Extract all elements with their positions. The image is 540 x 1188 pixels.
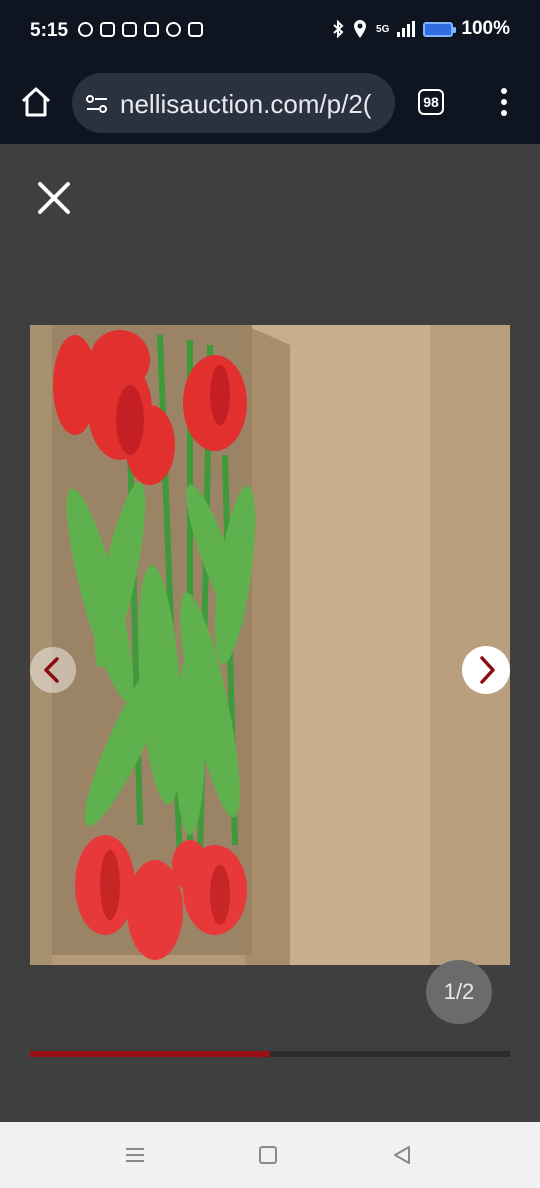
system-nav-bar [0, 1122, 540, 1188]
tab-switcher-button[interactable]: 98 [418, 89, 444, 115]
battery-icon [423, 21, 457, 37]
notification-icons [78, 22, 203, 37]
next-image-button[interactable] [462, 646, 510, 694]
more-menu-icon[interactable] [498, 88, 510, 118]
location-icon [354, 20, 367, 38]
network-type: 5G [376, 23, 390, 35]
battery-percent: 100% [461, 18, 510, 39]
home-nav-icon[interactable] [259, 1146, 277, 1164]
site-settings-icon[interactable] [84, 91, 110, 117]
youtube-icon [188, 22, 203, 37]
bluetooth-icon [333, 20, 344, 38]
chat-icon [78, 22, 93, 37]
chevron-left-icon [44, 657, 59, 683]
signal-icon [397, 21, 416, 37]
image-progress-track [30, 1051, 510, 1057]
chevron-right-icon [480, 656, 495, 684]
recents-icon[interactable] [124, 1146, 146, 1164]
browser-toolbar: nellisauction.com/p/2( 98 [0, 62, 540, 144]
address-bar[interactable]: nellisauction.com/p/2( [72, 73, 395, 133]
home-icon[interactable] [18, 84, 54, 120]
status-time: 5:15 [30, 20, 69, 41]
product-photo [30, 325, 510, 965]
tulips-photo-illustration [30, 325, 510, 965]
chrome-icon [166, 22, 181, 37]
gmail-icon [144, 22, 159, 37]
status-indicators: 5G 100% [332, 18, 510, 40]
outlook-icon [122, 22, 137, 37]
close-icon[interactable] [36, 180, 72, 216]
back-icon[interactable] [392, 1144, 412, 1166]
instagram-icon [100, 22, 115, 37]
url-text[interactable]: nellisauction.com/p/2( [120, 89, 385, 120]
image-counter: 1/2 [426, 960, 492, 1024]
image-progress-fill [30, 1051, 270, 1057]
previous-image-button[interactable] [30, 647, 76, 693]
status-bar: 5:15 5G 100% [0, 0, 540, 62]
